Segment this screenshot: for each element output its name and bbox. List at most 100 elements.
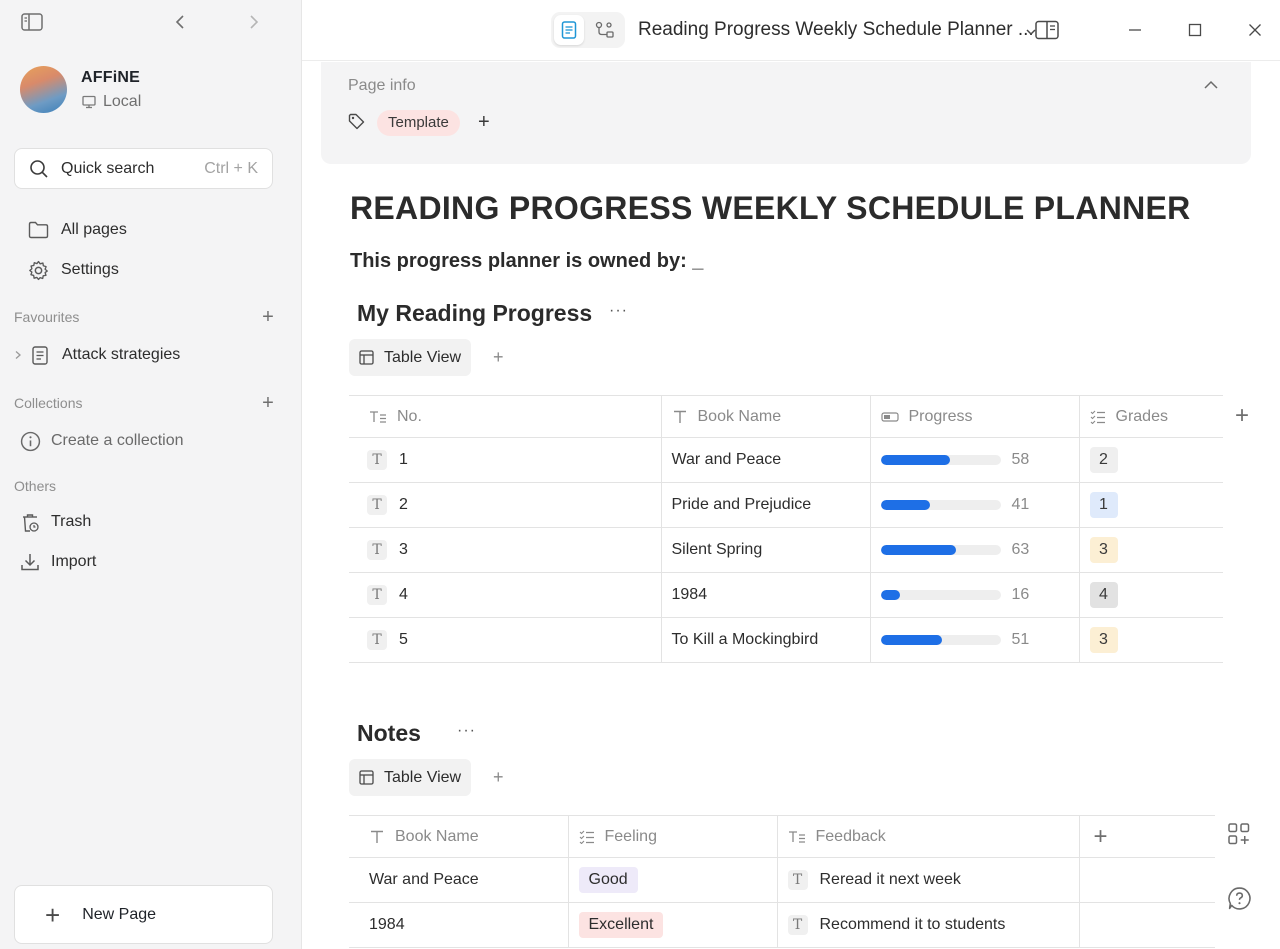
select-type-icon [579, 830, 594, 844]
more-options-icon[interactable]: ··· [457, 722, 476, 740]
cell-book-name[interactable]: 1984 [349, 902, 568, 948]
cell-no[interactable]: T3 [349, 527, 661, 573]
help-icon[interactable] [1227, 886, 1252, 916]
folder-icon [28, 221, 49, 239]
text-type-icon: T [367, 540, 387, 560]
new-page-button[interactable]: + New Page [14, 885, 273, 944]
split-view-icon[interactable] [1034, 19, 1060, 41]
table-row[interactable]: T5 To Kill a Mockingbird 51 3 [349, 617, 1223, 663]
column-header-progress[interactable]: Progress [869, 395, 1079, 438]
quick-search-button[interactable]: Quick search Ctrl + K [14, 148, 273, 189]
tag-template[interactable]: Template [377, 110, 460, 136]
nav-trash-label: Trash [51, 513, 92, 530]
column-header-book-name[interactable]: Book Name [660, 395, 870, 438]
cell-feedback[interactable]: T Reread it next week [776, 857, 1079, 903]
table-row[interactable]: T2 Pride and Prejudice 41 1 [349, 482, 1223, 528]
cell-progress[interactable]: 51 [869, 617, 1079, 663]
cell-no[interactable]: T5 [349, 617, 661, 663]
progress-bar[interactable] [880, 590, 1001, 600]
cell-book-name[interactable]: 1984 [660, 572, 870, 618]
cell-progress[interactable]: 16 [869, 572, 1079, 618]
maximize-icon[interactable] [1184, 19, 1206, 41]
progress-bar-fill [880, 590, 900, 600]
column-header-book-name[interactable]: Book Name [349, 815, 568, 858]
document-title[interactable]: Reading Progress Weekly Schedule Planner… [638, 19, 1034, 41]
add-column-icon[interactable]: + [1094, 823, 1108, 850]
cell-book-name[interactable]: Silent Spring [660, 527, 870, 573]
cell-grade[interactable]: 3 [1078, 617, 1223, 663]
cell-progress[interactable]: 63 [869, 527, 1079, 573]
column-header-feeling[interactable]: Feeling [567, 815, 777, 858]
chevron-up-icon[interactable] [1203, 77, 1219, 95]
add-view-icon[interactable]: + [493, 767, 504, 788]
forward-arrow-icon[interactable] [243, 11, 265, 33]
add-view-icon[interactable]: + [493, 347, 504, 368]
cell-feeling[interactable]: Good [567, 857, 777, 903]
cell-book-name[interactable]: War and Peace [349, 857, 568, 903]
progress-db-title[interactable]: My Reading Progress [357, 300, 592, 327]
back-arrow-icon[interactable] [169, 11, 191, 33]
others-title: Others [14, 478, 57, 494]
add-column-cell[interactable]: + [1078, 815, 1215, 858]
more-options-icon[interactable]: ··· [609, 302, 628, 320]
progress-bar[interactable] [880, 455, 1001, 465]
progress-bar[interactable] [880, 545, 1001, 555]
cell-grade[interactable]: 4 [1078, 572, 1223, 618]
progress-table-view-tab[interactable]: Table View [349, 339, 472, 376]
table-row[interactable]: T4 1984 16 4 [349, 572, 1223, 618]
progress-bar[interactable] [880, 500, 1001, 510]
table-row[interactable]: T3 Silent Spring 63 3 [349, 527, 1223, 573]
cell-grade[interactable]: 1 [1078, 482, 1223, 528]
cell-progress[interactable]: 41 [869, 482, 1079, 528]
table-row[interactable]: T1 War and Peace 58 2 [349, 437, 1223, 483]
notes-table-view-tab[interactable]: Table View [349, 759, 472, 796]
cell-grade[interactable]: 2 [1078, 437, 1223, 483]
table-header-row: Book Name Feeling Feedback + [349, 815, 1215, 858]
column-header-feedback[interactable]: Feedback [776, 815, 1079, 858]
quick-search-label: Quick search [61, 159, 155, 177]
apps-grid-icon[interactable] [1227, 822, 1251, 851]
cell-feedback[interactable]: T Recommend it to students [776, 902, 1079, 948]
favourite-item-attack-strategies[interactable]: Attack strategies [14, 342, 180, 368]
edgeless-mode-icon [595, 21, 614, 38]
page-mode-button[interactable] [554, 15, 584, 45]
search-icon [30, 159, 48, 178]
text-type-icon [371, 830, 383, 843]
create-collection-button[interactable]: Create a collection [20, 428, 184, 454]
column-header-no[interactable]: No. [349, 395, 661, 438]
add-tag-icon[interactable]: + [478, 111, 490, 134]
add-column-icon[interactable]: + [1235, 402, 1249, 430]
editor-mode-switch [551, 12, 625, 48]
progress-bar[interactable] [880, 635, 1001, 645]
notes-db-title[interactable]: Notes [357, 720, 421, 747]
chevron-right-icon[interactable] [14, 350, 22, 360]
nav-import[interactable]: Import [20, 549, 96, 575]
cell-book-name[interactable]: To Kill a Mockingbird [660, 617, 870, 663]
grade-badge: 1 [1089, 492, 1118, 518]
add-favourite-icon[interactable]: + [260, 307, 276, 327]
minimize-icon[interactable] [1124, 19, 1146, 41]
table-header-row: No. Book Name Progress Grades [349, 395, 1223, 438]
text-type-icon [673, 410, 686, 423]
column-header-grades[interactable]: Grades [1078, 395, 1223, 438]
cell-no[interactable]: T1 [349, 437, 661, 483]
cell-grade[interactable]: 3 [1078, 527, 1223, 573]
select-type-icon [1090, 410, 1105, 424]
edgeless-mode-button[interactable] [590, 15, 620, 45]
add-collection-icon[interactable]: + [260, 393, 276, 413]
cell-book-name[interactable]: War and Peace [660, 437, 870, 483]
cell-feeling[interactable]: Excellent [567, 902, 777, 948]
title-bar: Reading Progress Weekly Schedule Planner… [302, 0, 1280, 61]
table-row[interactable]: War and Peace Good T Reread it next week [349, 857, 1215, 903]
cell-no[interactable]: T2 [349, 482, 661, 528]
cell-no[interactable]: T4 [349, 572, 661, 618]
close-icon[interactable] [1244, 19, 1266, 41]
cell-progress[interactable]: 58 [869, 437, 1079, 483]
nav-settings[interactable]: Settings [28, 257, 119, 283]
workspace-switcher[interactable]: AFFiNE Local [20, 66, 141, 113]
cell-book-name[interactable]: Pride and Prejudice [660, 482, 870, 528]
nav-trash[interactable]: Trash [20, 509, 91, 535]
sidebar-toggle-icon[interactable] [21, 11, 43, 33]
table-row[interactable]: 1984 Excellent T Recommend it to students [349, 902, 1215, 948]
nav-all-pages[interactable]: All pages [28, 217, 127, 243]
